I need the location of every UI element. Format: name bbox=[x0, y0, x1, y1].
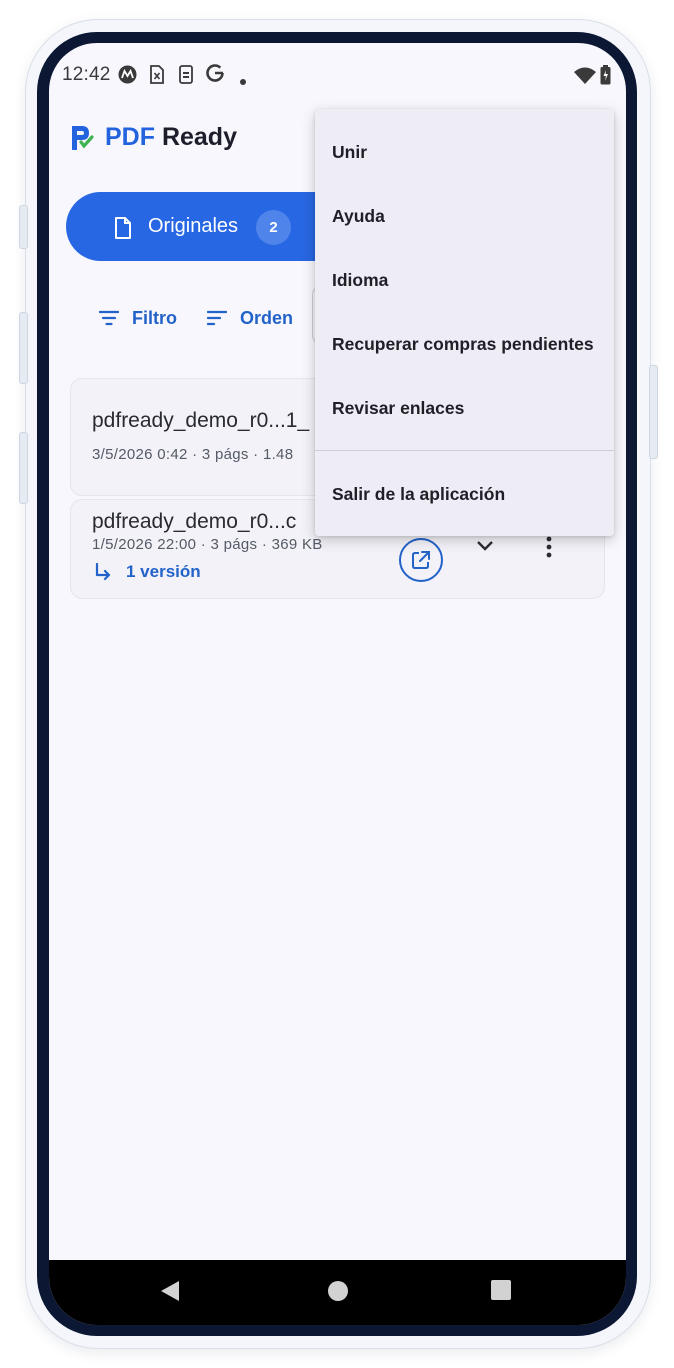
dot-icon bbox=[240, 72, 246, 90]
app-title: PDF Ready bbox=[105, 123, 237, 152]
side-button bbox=[19, 205, 28, 249]
side-button bbox=[19, 432, 28, 504]
app-title-brand: PDF bbox=[105, 123, 155, 151]
subdirectory-arrow-icon bbox=[95, 563, 111, 581]
file-meta: 1/5/2026 22:00 · 3 págs · 369 KB bbox=[92, 536, 323, 553]
wifi-icon bbox=[574, 67, 596, 89]
filter-label: Filtro bbox=[132, 307, 177, 328]
menu-item-unir[interactable]: Unir bbox=[315, 120, 614, 184]
side-button bbox=[19, 312, 28, 384]
open-external-button[interactable] bbox=[399, 538, 443, 582]
sort-button[interactable]: Orden bbox=[207, 303, 293, 333]
filter-icon bbox=[99, 310, 119, 326]
app-title-rest: Ready bbox=[155, 123, 237, 151]
menu-divider bbox=[315, 450, 614, 451]
menu-item-ayuda[interactable]: Ayuda bbox=[315, 184, 614, 248]
more-options-button[interactable] bbox=[541, 535, 557, 564]
file-title: pdfready_demo_r0...1_ bbox=[92, 409, 310, 432]
google-icon bbox=[205, 63, 225, 88]
overflow-menu: Unir Ayuda Idioma Recuperar compras pend… bbox=[315, 109, 614, 536]
sort-icon bbox=[207, 310, 227, 326]
pdfready-logo-icon bbox=[70, 124, 94, 157]
file-icon bbox=[114, 217, 132, 244]
expand-button[interactable] bbox=[474, 538, 496, 557]
sort-label: Orden bbox=[240, 307, 294, 328]
back-icon[interactable] bbox=[160, 1280, 180, 1307]
battery-icon bbox=[600, 65, 611, 90]
status-time: 12:42 bbox=[62, 64, 111, 85]
file-meta: 3/5/2026 0:42 · 3 págs · 1.48 bbox=[92, 446, 294, 463]
filter-button[interactable]: Filtro bbox=[99, 303, 177, 333]
status-bar: 12:42 bbox=[49, 43, 626, 109]
menu-item-salir[interactable]: Salir de la aplicación bbox=[315, 462, 614, 526]
menu-item-revisar-enlaces[interactable]: Revisar enlaces bbox=[315, 376, 614, 440]
home-icon[interactable] bbox=[327, 1280, 349, 1307]
screen: 12:42 PDF Ready Originales 2 Filtro Orde… bbox=[49, 43, 626, 1325]
tab-count-badge: 2 bbox=[256, 210, 291, 245]
motorola-icon bbox=[118, 65, 137, 89]
file-title: pdfready_demo_r0...c bbox=[92, 510, 297, 533]
versions-link[interactable]: 1 versión bbox=[94, 562, 201, 582]
power-button bbox=[649, 365, 658, 459]
versions-label: 1 versión bbox=[126, 562, 201, 581]
phone-storage-icon bbox=[179, 65, 193, 89]
tab-originales-label: Originales bbox=[148, 215, 239, 237]
menu-item-recuperar-compras[interactable]: Recuperar compras pendientes bbox=[315, 312, 614, 376]
menu-item-idioma[interactable]: Idioma bbox=[315, 248, 614, 312]
sim-icon bbox=[149, 65, 165, 89]
more-vert-icon bbox=[546, 536, 552, 558]
recents-icon[interactable] bbox=[491, 1280, 511, 1305]
open-external-icon bbox=[412, 551, 430, 569]
chevron-down-icon bbox=[477, 541, 493, 551]
navigation-bar bbox=[49, 1260, 626, 1325]
